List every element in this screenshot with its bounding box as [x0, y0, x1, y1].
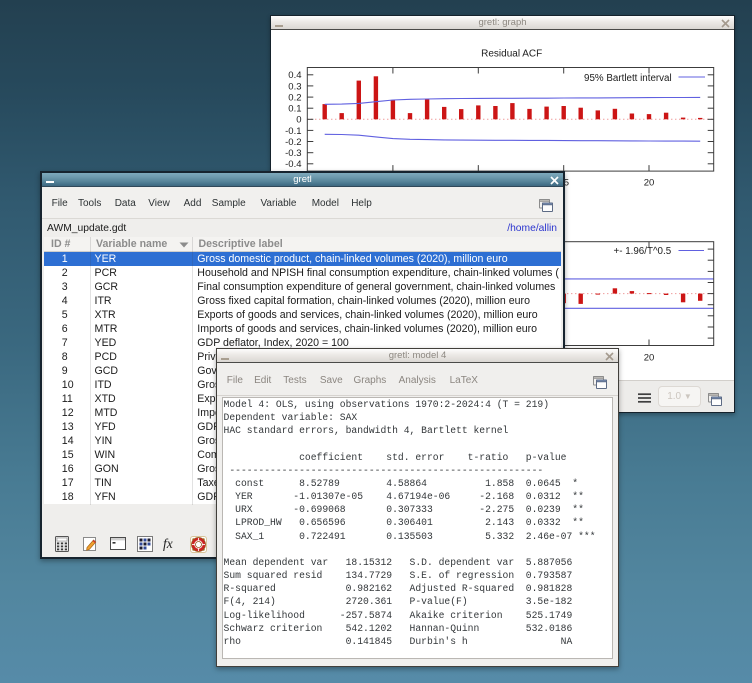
svg-text:0.4: 0.4: [288, 70, 301, 81]
svg-text:+- 1.96/T^0.5: +- 1.96/T^0.5: [613, 246, 671, 257]
svg-text:0.2: 0.2: [288, 93, 301, 104]
svg-text:0: 0: [296, 115, 301, 126]
svg-text:0.1: 0.1: [288, 104, 301, 115]
svg-text:-0.4: -0.4: [285, 159, 301, 170]
svg-text:95% Bartlett interval: 95% Bartlett interval: [584, 73, 672, 84]
svg-text:0.3: 0.3: [288, 81, 301, 92]
svg-text:-0.1: -0.1: [285, 126, 301, 137]
svg-text:20: 20: [644, 353, 655, 364]
svg-text:20: 20: [644, 178, 655, 189]
svg-text:Residual ACF: Residual ACF: [481, 49, 542, 60]
svg-text:-0.2: -0.2: [285, 137, 301, 148]
svg-text:-0.3: -0.3: [285, 148, 301, 159]
